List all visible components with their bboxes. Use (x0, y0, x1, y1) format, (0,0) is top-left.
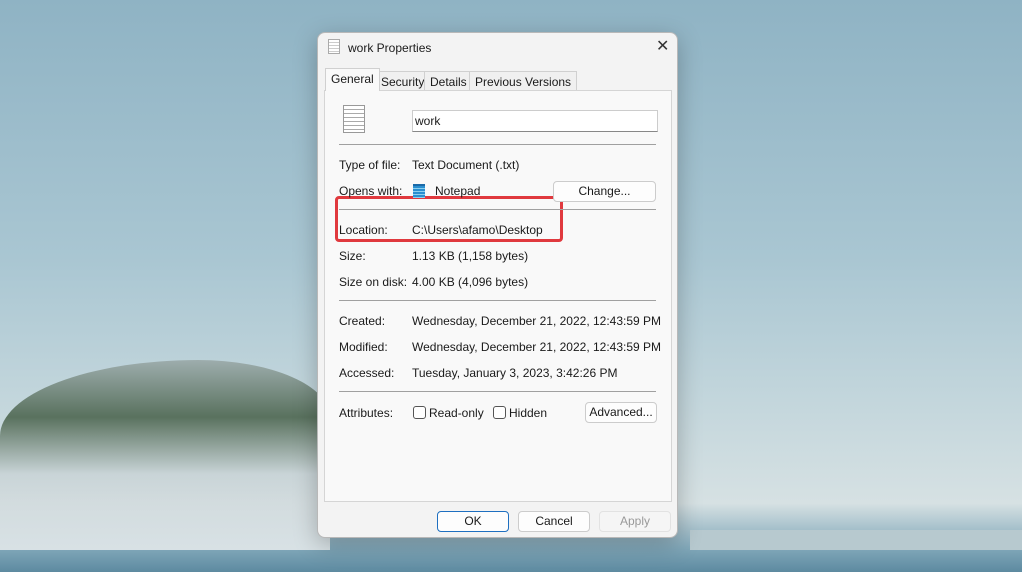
readonly-label[interactable]: Read-only (429, 406, 484, 420)
location-value: C:\Users\afamo\Desktop (412, 223, 543, 237)
change-button[interactable]: Change... (553, 181, 656, 202)
accessed-value: Tuesday, January 3, 2023, 3:42:26 PM (412, 366, 618, 380)
desktop-shore (690, 530, 1022, 550)
size-label: Size: (339, 249, 366, 263)
general-panel: work Type of file: Text Document (.txt) … (324, 90, 672, 502)
file-icon (328, 39, 340, 54)
modified-label: Modified: (339, 340, 388, 354)
tab-previous-versions[interactable]: Previous Versions (469, 71, 578, 91)
divider (339, 391, 656, 392)
window-title: work Properties (348, 41, 432, 55)
cancel-button[interactable]: Cancel (518, 511, 590, 532)
divider (339, 209, 656, 210)
created-label: Created: (339, 314, 386, 328)
divider (339, 144, 656, 145)
hidden-label[interactable]: Hidden (509, 406, 547, 420)
tab-general[interactable]: General (325, 68, 380, 91)
disk-value: 4.00 KB (4,096 bytes) (412, 275, 529, 289)
opens-value: Notepad (435, 184, 481, 198)
close-icon[interactable]: ✕ (656, 36, 669, 56)
divider (339, 300, 656, 301)
size-value: 1.13 KB (1,158 bytes) (412, 249, 529, 263)
modified-value: Wednesday, December 21, 2022, 12:43:59 P… (412, 340, 662, 354)
tab-details[interactable]: Details (424, 71, 473, 91)
type-label: Type of file: (339, 158, 401, 172)
disk-label: Size on disk: (339, 275, 408, 289)
notepad-icon (413, 184, 425, 198)
text-document-icon (343, 105, 365, 133)
readonly-checkbox[interactable] (413, 406, 426, 419)
hidden-checkbox[interactable] (493, 406, 506, 419)
accessed-label: Accessed: (339, 366, 395, 380)
apply-button[interactable]: Apply (599, 511, 671, 532)
attributes-label: Attributes: (339, 406, 394, 420)
location-label: Location: (339, 223, 388, 237)
desktop-landscape (0, 360, 330, 550)
created-value: Wednesday, December 21, 2022, 12:43:59 P… (412, 314, 662, 328)
opens-label: Opens with: (339, 184, 403, 198)
type-value: Text Document (.txt) (412, 158, 520, 172)
filename-input[interactable]: work (412, 110, 658, 132)
advanced-button[interactable]: Advanced... (585, 402, 657, 423)
ok-button[interactable]: OK (437, 511, 509, 532)
properties-dialog: work Properties ✕ General Security Detai… (317, 32, 678, 538)
tab-security[interactable]: Security (375, 71, 431, 91)
